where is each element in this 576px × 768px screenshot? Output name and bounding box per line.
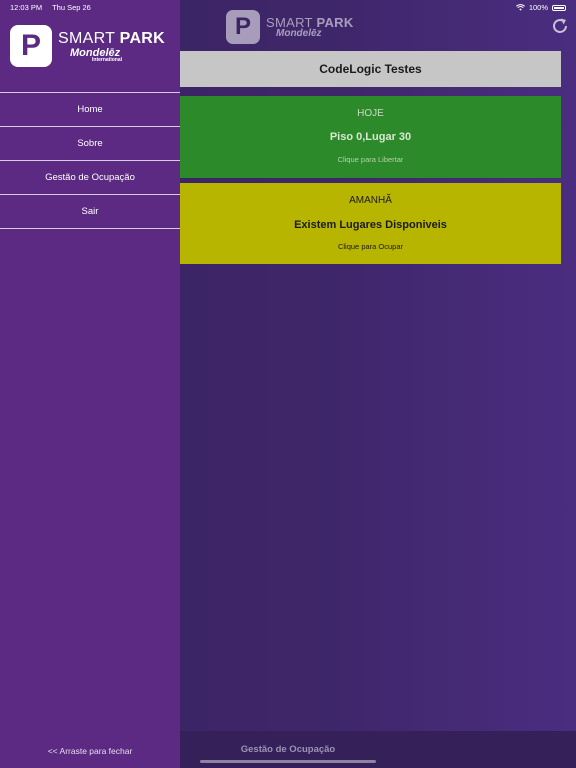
home-indicator <box>200 760 376 763</box>
release-action-label: Clique para Libertar <box>337 155 404 164</box>
bottom-bar: Gestão de Ocupação <box>180 731 576 768</box>
main-content: P SMART PARK Mondelēz CodeLogic Testes H… <box>180 0 576 768</box>
menu-item-occupancy[interactable]: Gestão de Ocupação <box>0 161 180 195</box>
tomorrow-title: AMANHÃ <box>349 195 392 206</box>
sidebar-logo: P SMART PARK Mondelēz International <box>10 25 165 67</box>
sidebar-menu: Home Sobre Gestão de Ocupação Sair <box>0 92 180 229</box>
occupy-action-label: Clique para Ocupar <box>337 242 404 251</box>
company-logo: Mondelēz International <box>70 46 123 63</box>
battery-percent: 100% <box>528 3 548 12</box>
status-date: Thu Sep 26 <box>52 3 91 12</box>
parking-logo-icon: P <box>226 10 260 44</box>
header-logo: P SMART PARK Mondelēz <box>226 10 354 44</box>
wifi-icon <box>515 4 525 11</box>
status-time: 12:03 PM <box>10 3 43 12</box>
today-title: HOJE <box>357 108 384 119</box>
menu-item-home[interactable]: Home <box>0 93 180 127</box>
user-name-card: CodeLogic Testes <box>180 51 561 87</box>
battery-icon <box>552 4 566 11</box>
parking-logo-icon: P <box>10 25 52 67</box>
drag-to-close-hint[interactable]: << Arraste para fechar <box>0 746 180 756</box>
today-status: Piso 0,Lugar 30 <box>329 131 412 143</box>
sidebar-drawer: P SMART PARK Mondelēz International Home … <box>0 0 180 768</box>
bottom-tab-occupancy[interactable]: Gestão de Ocupação <box>180 744 396 755</box>
today-card[interactable]: HOJE Piso 0,Lugar 30 Clique para Liberta… <box>180 96 561 178</box>
menu-item-logout[interactable]: Sair <box>0 195 180 229</box>
tomorrow-status: Existem Lugares Disponiveis <box>294 219 447 231</box>
app-title: SMART PARK <box>58 29 166 47</box>
tomorrow-card[interactable]: AMANHÃ Existem Lugares Disponiveis Cliqu… <box>180 183 561 264</box>
status-right: 100% <box>515 3 566 12</box>
status-left: 12:03 PM Thu Sep 26 <box>10 3 99 12</box>
status-bar: 12:03 PM Thu Sep 26 100% <box>0 0 576 14</box>
menu-item-about[interactable]: Sobre <box>0 127 180 161</box>
refresh-icon[interactable] <box>550 16 570 36</box>
